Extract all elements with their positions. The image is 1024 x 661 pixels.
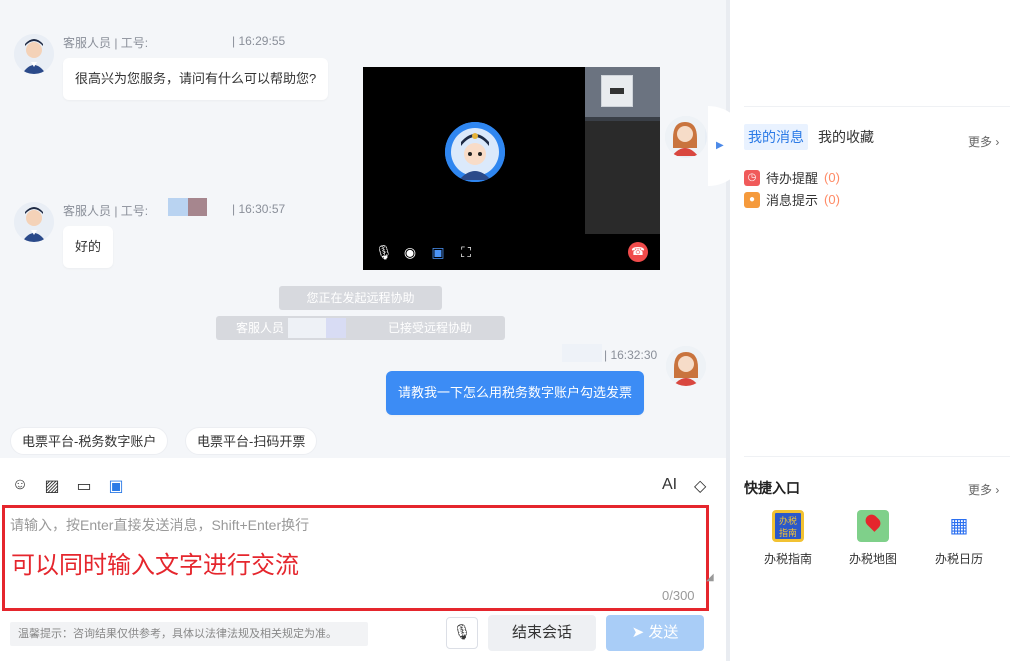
quick-question-chip[interactable]: 电票平台-税务数字账户 [10, 427, 169, 455]
screen-share-icon[interactable]: ▣ [431, 244, 445, 261]
more-messages-link[interactable]: 更多 › [968, 133, 999, 150]
system-message-row: 客服人员 已接受远程协助 [216, 316, 505, 340]
message-bubble-mine: 请教我一下怎么用税务数字账户勾选发票 [386, 371, 645, 415]
system-message-sender: 客服人员 [236, 321, 285, 335]
quick-item-map[interactable]: 办税地图 [838, 510, 908, 567]
emoji-icon[interactable]: ☺ [10, 476, 30, 496]
tab-my-messages[interactable]: 我的消息 [744, 124, 808, 150]
voice-input-button[interactable]: 🎙 [446, 617, 478, 649]
hangup-icon[interactable]: ☎ [628, 242, 648, 262]
font-size-toggle[interactable]: AI [662, 476, 677, 494]
remote-screen-thumbnail [585, 67, 660, 117]
mic-icon[interactable]: 🎙 [375, 244, 393, 261]
resize-handle[interactable]: ◢ [706, 572, 714, 583]
end-session-button[interactable]: 结束会话 [488, 615, 596, 651]
camera-icon[interactable]: ◉ [403, 244, 417, 261]
message-input-placeholder: 请输入，按Enter直接发送消息，Shift+Enter换行 [10, 517, 310, 533]
quick-item-calendar[interactable]: ▦ 办税日历 [924, 510, 994, 567]
user-avatar [666, 346, 706, 386]
quick-question-chip[interactable]: 电票平台-扫码开票 [185, 427, 318, 455]
message-sender: 客服人员 | 工号: [63, 36, 149, 50]
video-call-window[interactable]: 🎙 ◉ ▣ ⛶ ☎ [363, 67, 660, 270]
message-sender: 客服人员 | 工号: [63, 204, 149, 218]
more-quick-link[interactable]: 更多 › [968, 481, 999, 498]
message-bubble: 很高兴为您服务，请问有什么可以帮助您? [63, 58, 329, 100]
screen-share-icon[interactable]: ▣ [106, 476, 126, 496]
message-time: | 16:30:57 [232, 202, 286, 216]
map-icon [857, 510, 889, 542]
message-tabs: 我的消息 我的收藏 [744, 124, 878, 150]
redacted-name [562, 344, 602, 362]
location-pin-icon: ● [744, 191, 760, 208]
calendar-icon: ▦ [943, 510, 975, 542]
mic-icon: 🎙 [452, 624, 472, 641]
agent-avatar [14, 202, 54, 242]
user-avatar [665, 116, 707, 158]
play-right-icon: ▶ [716, 140, 724, 151]
quick-entry-title: 快捷入口 [744, 480, 800, 496]
system-message-text: 已接受远程协助 [388, 321, 473, 335]
redacted-id [326, 318, 346, 338]
redacted-id [168, 198, 188, 216]
notice-todo[interactable]: ◷ 待办提醒 (0) [744, 168, 840, 187]
remote-screen-preview[interactable] [585, 67, 660, 234]
char-counter: 0/300 [662, 588, 695, 603]
system-message: 您正在发起远程协助 [279, 286, 442, 310]
composer-toolbar: ☺ ▨ ▭ ▣ [10, 476, 126, 496]
clock-icon: ◷ [744, 169, 760, 186]
notice-messages[interactable]: ● 消息提示 (0) [744, 190, 840, 209]
guide-icon: 办税指南 [772, 510, 804, 542]
message-time: | 16:32:30 [604, 348, 658, 362]
tab-my-favorites[interactable]: 我的收藏 [814, 124, 878, 150]
message-time: | 16:29:55 [232, 34, 286, 48]
annotation-text: 可以同时输入文字进行交流 [11, 552, 299, 579]
redacted-id [188, 198, 207, 216]
agent-video-avatar [445, 122, 505, 182]
folder-icon[interactable]: ▭ [74, 476, 94, 496]
fullscreen-icon[interactable]: ⛶ [459, 244, 473, 261]
message-bubble: 好的 [63, 226, 114, 268]
disclaimer-tip: 温馨提示：咨询结果仅供参考，具体以法律法规及相关规定为准。 [10, 622, 368, 646]
agent-avatar [14, 34, 54, 74]
video-controls: 🎙 ◉ ▣ ⛶ ☎ [363, 234, 660, 270]
eraser-icon[interactable]: ◇ [694, 476, 706, 496]
send-button[interactable]: ➤ 发送 [606, 615, 704, 651]
image-icon[interactable]: ▨ [42, 476, 62, 496]
quick-item-guide[interactable]: 办税指南 办税指南 [753, 510, 823, 567]
